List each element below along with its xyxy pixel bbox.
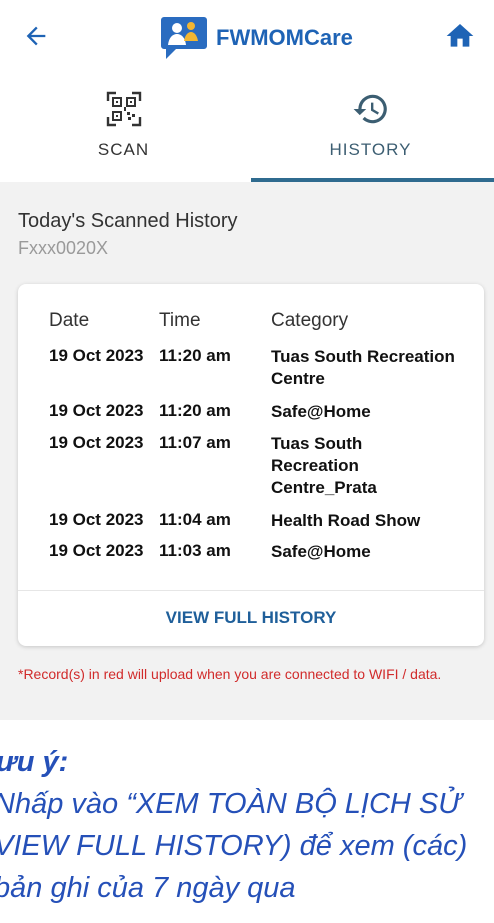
instruction-line: Nhấp vào “XEM TOÀN BỘ LỊCH SỬ: [0, 788, 462, 820]
column-header-date: Date: [49, 310, 90, 331]
home-icon[interactable]: [444, 20, 476, 52]
history-section: Today's Scanned History Fxxx0020X Date T…: [0, 182, 494, 720]
row-time: 11:04 am: [159, 510, 231, 529]
qr-code-icon: [106, 91, 142, 127]
column-header-time: Time: [159, 310, 201, 331]
instruction-line: bản ghi của 7 ngày qua: [0, 872, 296, 904]
row-date: 19 Oct 2023: [49, 401, 144, 420]
row-time: 11:03 am: [159, 541, 231, 560]
history-card: Date Time Category 19 Oct 2023 11:20 am …: [18, 284, 484, 646]
section-title: Today's Scanned History: [18, 210, 238, 232]
row-date: 19 Oct 2023: [49, 346, 144, 365]
history-icon: [353, 94, 387, 124]
row-time: 11:20 am: [159, 346, 231, 365]
instruction-line: VIEW FULL HISTORY) để xem (các): [0, 830, 468, 862]
upload-note: *Record(s) in red will upload when you a…: [18, 666, 442, 682]
tab-scan-label: SCAN: [97, 140, 150, 159]
app-name: FWMOMCare: [216, 25, 353, 50]
row-category: Health Road Show: [271, 511, 421, 530]
row-time: 11:07 am: [159, 433, 231, 452]
column-header-category: Category: [271, 310, 349, 331]
tab-bar: SCAN HISTORY: [0, 78, 494, 182]
row-category: Tuas South Recreation Centre_Prata: [271, 434, 377, 497]
view-full-history-button[interactable]: VIEW FULL HISTORY: [18, 590, 484, 646]
tab-scan[interactable]: SCAN: [0, 78, 247, 182]
row-category: Tuas South Recreation Centre: [271, 347, 455, 388]
app-logo-icon: [161, 17, 207, 59]
instruction-title: ưu ý:: [0, 746, 69, 778]
instruction-overlay: ưu ý: Nhấp vào “XEM TOÀN BỘ LỊCH SỬ VIEW…: [0, 720, 494, 923]
brand: FWMOMCare: [160, 14, 353, 62]
app-header: FWMOMCare: [0, 0, 494, 78]
tab-history-label: HISTORY: [329, 140, 412, 159]
row-time: 11:20 am: [159, 401, 231, 420]
row-date: 19 Oct 2023: [49, 510, 144, 529]
row-date: 19 Oct 2023: [49, 541, 144, 560]
user-id: Fxxx0020X: [18, 238, 109, 258]
arrow-left-icon[interactable]: [22, 22, 50, 50]
tab-history[interactable]: HISTORY: [247, 78, 494, 182]
row-category: Safe@Home: [271, 402, 371, 421]
row-date: 19 Oct 2023: [49, 433, 144, 452]
row-category: Safe@Home: [271, 542, 371, 561]
